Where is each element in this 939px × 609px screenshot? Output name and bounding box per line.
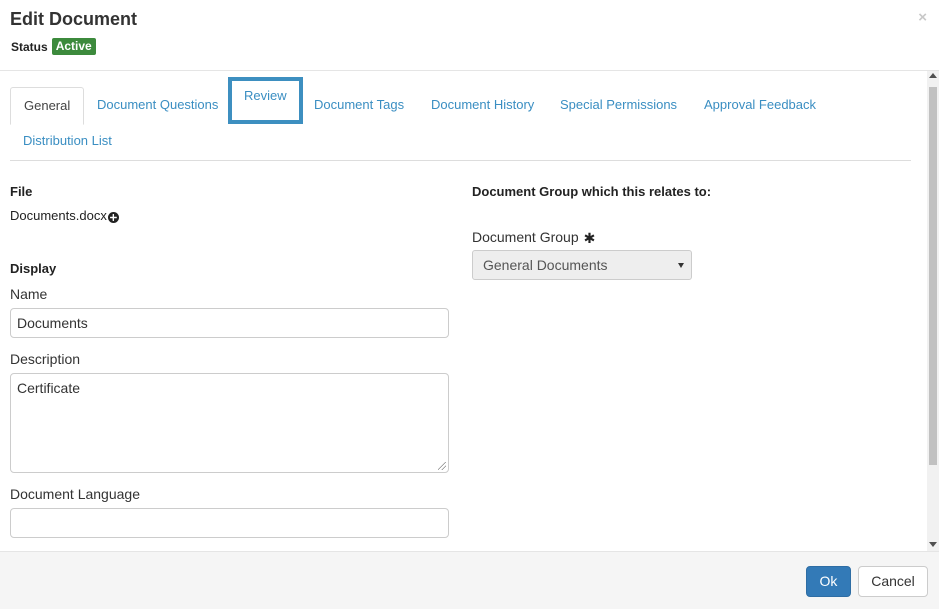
chevron-down-icon <box>678 263 684 268</box>
document-group-select[interactable]: General Documents <box>472 250 692 280</box>
scrollbar[interactable] <box>927 71 939 551</box>
tab-bar: General Document Questions Review Docume… <box>10 77 911 161</box>
tab-document-history[interactable]: Document History <box>418 87 547 124</box>
status-badge: Active <box>51 38 96 55</box>
group-heading: Document Group which this relates to: <box>472 184 712 199</box>
scroll-down-icon[interactable] <box>929 542 937 547</box>
description-value: Certificate <box>17 380 81 396</box>
modal-body: General Document Questions Review Docume… <box>0 71 927 551</box>
tab-general[interactable]: General <box>10 87 85 125</box>
tab-review[interactable]: Review <box>228 77 303 124</box>
document-group-label-text: Document Group <box>472 229 579 245</box>
scroll-thumb[interactable] <box>929 87 937 465</box>
tab-special-permissions[interactable]: Special Permissions <box>547 87 690 124</box>
language-input[interactable] <box>10 508 449 538</box>
status-label: Status <box>11 39 48 54</box>
required-icon: ✱ <box>583 230 596 246</box>
resize-grip-icon[interactable] <box>438 462 446 470</box>
tab-document-questions[interactable]: Document Questions <box>84 87 231 124</box>
file-name-row: Documents.docx <box>10 208 119 223</box>
file-heading: File <box>10 184 33 199</box>
display-heading: Display <box>10 261 57 276</box>
modal-header: Edit Document Status Active × <box>0 0 939 71</box>
status-row: Status Active <box>11 38 96 55</box>
tab-document-tags[interactable]: Document Tags <box>301 87 417 124</box>
tab-distribution-list[interactable]: Distribution List <box>10 123 125 160</box>
file-name: Documents.docx <box>10 208 107 223</box>
name-input[interactable]: Documents <box>10 308 449 338</box>
modal-footer: Ok Cancel <box>0 551 939 609</box>
modal-title: Edit Document <box>10 9 138 29</box>
close-icon[interactable]: × <box>918 9 927 26</box>
language-label: Document Language <box>10 486 140 502</box>
ok-button[interactable]: Ok <box>806 566 851 597</box>
document-group-selected: General Documents <box>483 257 608 273</box>
name-label: Name <box>10 286 48 302</box>
scroll-up-icon[interactable] <box>929 73 937 78</box>
description-textarea[interactable]: Certificate <box>10 373 449 473</box>
cancel-button[interactable]: Cancel <box>858 566 928 597</box>
description-label: Description <box>10 351 81 367</box>
document-group-label: Document Group ✱ <box>472 229 595 247</box>
remove-file-icon[interactable] <box>107 212 119 223</box>
tab-approval-feedback[interactable]: Approval Feedback <box>691 87 829 124</box>
